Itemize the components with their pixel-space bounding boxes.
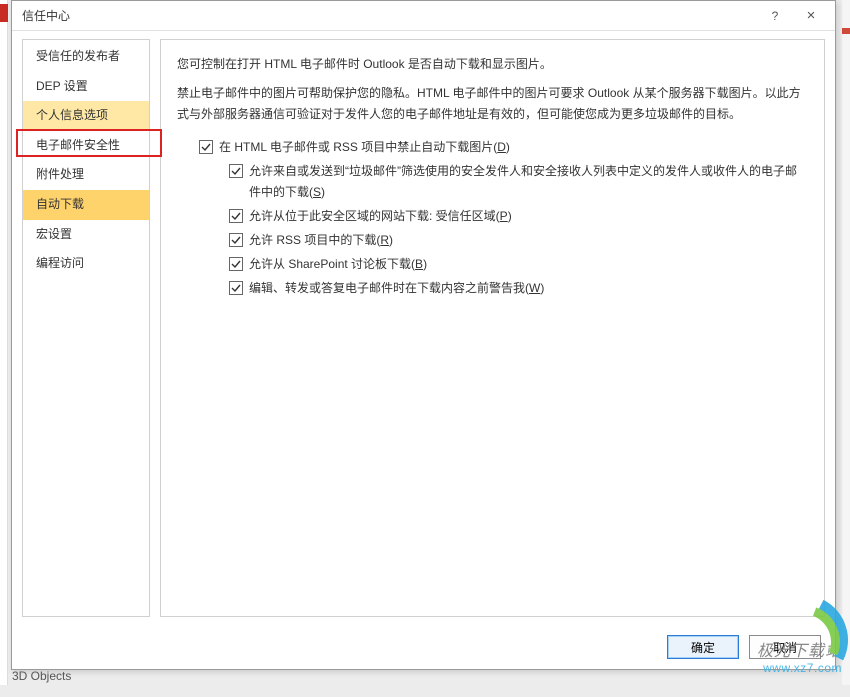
checkbox-icon[interactable]: [229, 281, 243, 295]
sub-option-label-4: 编辑、转发或答复电子邮件时在下载内容之前警告我(W): [249, 278, 808, 299]
sidebar: 受信任的发布者DEP 设置个人信息选项电子邮件安全性附件处理自动下载宏设置编程访…: [22, 39, 150, 617]
sub-option-2[interactable]: 允许 RSS 项目中的下载(R): [229, 230, 808, 251]
checkbox-icon[interactable]: [199, 140, 213, 154]
sub-option-0[interactable]: 允许来自或发送到“垃圾邮件”筛选使用的安全发件人和安全接收人列表中定义的发件人或…: [229, 161, 808, 203]
sub-option-label-3: 允许从 SharePoint 讨论板下载(B): [249, 254, 808, 275]
desktop-item-label: 3D Objects: [12, 669, 71, 683]
sidebar-item-6[interactable]: 宏设置: [23, 220, 149, 250]
close-button[interactable]: ×: [793, 2, 829, 30]
dialog-footer: 确定 取消: [12, 625, 835, 669]
checkbox-icon[interactable]: [229, 209, 243, 223]
sidebar-item-3[interactable]: 电子邮件安全性: [23, 131, 149, 161]
content-pane: 您可控制在打开 HTML 电子邮件时 Outlook 是否自动下载和显示图片。 …: [160, 39, 825, 617]
ok-button[interactable]: 确定: [667, 635, 739, 659]
sidebar-item-4[interactable]: 附件处理: [23, 160, 149, 190]
titlebar: 信任中心 ? ×: [12, 1, 835, 31]
sub-option-4[interactable]: 编辑、转发或答复电子邮件时在下载内容之前警告我(W): [229, 278, 808, 299]
sidebar-item-2[interactable]: 个人信息选项: [23, 101, 149, 131]
option-main[interactable]: 在 HTML 电子邮件或 RSS 项目中禁止自动下载图片(D): [199, 137, 808, 158]
intro-text: 您可控制在打开 HTML 电子邮件时 Outlook 是否自动下载和显示图片。: [177, 54, 808, 75]
sub-option-label-2: 允许 RSS 项目中的下载(R): [249, 230, 808, 251]
checkbox-icon[interactable]: [229, 233, 243, 247]
sidebar-item-0[interactable]: 受信任的发布者: [23, 42, 149, 72]
checkbox-icon[interactable]: [229, 164, 243, 178]
trust-center-dialog: 信任中心 ? × 受信任的发布者DEP 设置个人信息选项电子邮件安全性附件处理自…: [11, 0, 836, 670]
sub-option-label-0: 允许来自或发送到“垃圾邮件”筛选使用的安全发件人和安全接收人列表中定义的发件人或…: [249, 161, 808, 203]
sidebar-item-5[interactable]: 自动下载: [23, 190, 149, 220]
highlight-box: [16, 129, 162, 157]
sub-option-3[interactable]: 允许从 SharePoint 讨论板下载(B): [229, 254, 808, 275]
description-text: 禁止电子邮件中的图片可帮助保护您的隐私。HTML 电子邮件中的图片可要求 Out…: [177, 83, 808, 125]
checkbox-icon[interactable]: [229, 257, 243, 271]
option-main-label: 在 HTML 电子邮件或 RSS 项目中禁止自动下载图片(D): [219, 137, 808, 158]
sub-option-label-1: 允许从位于此安全区域的网站下载: 受信任区域(P): [249, 206, 808, 227]
sidebar-item-1[interactable]: DEP 设置: [23, 72, 149, 102]
help-button[interactable]: ?: [757, 2, 793, 30]
cancel-button[interactable]: 取消: [749, 635, 821, 659]
sub-option-1[interactable]: 允许从位于此安全区域的网站下载: 受信任区域(P): [229, 206, 808, 227]
window-title: 信任中心: [22, 7, 757, 24]
sidebar-item-7[interactable]: 编程访问: [23, 249, 149, 279]
